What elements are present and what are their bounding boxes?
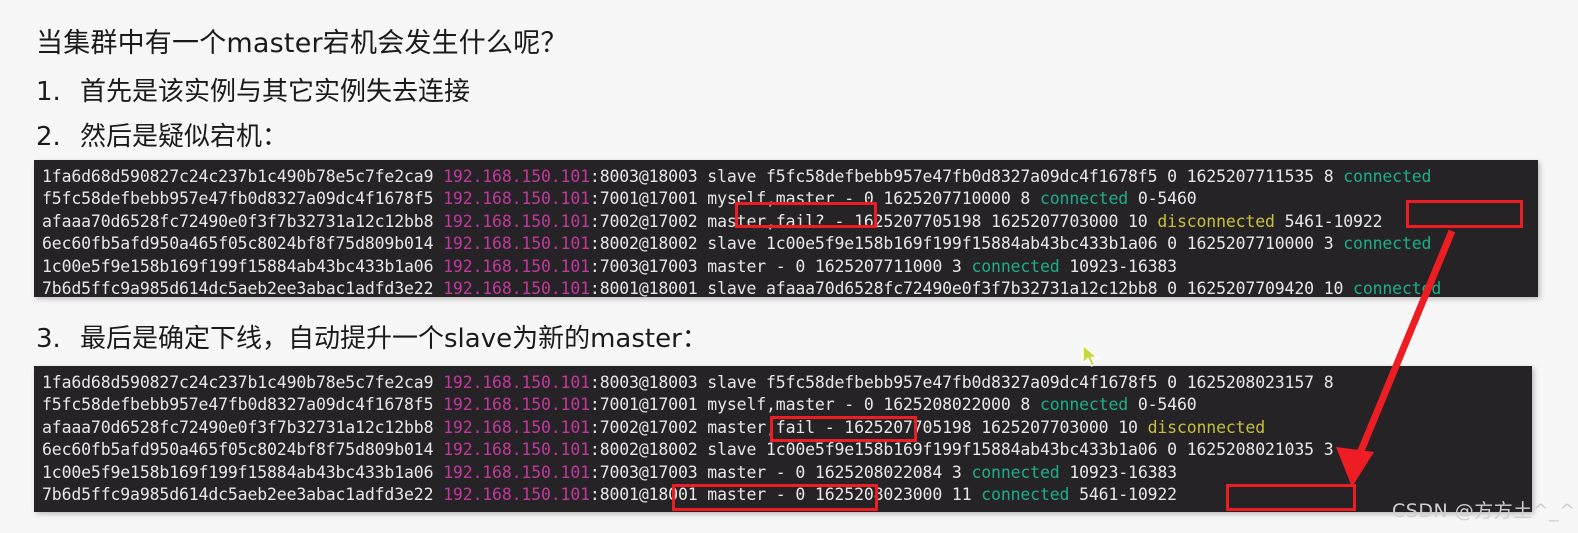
terminal-text: connected — [971, 256, 1060, 276]
list-item-label: 最后是确定下线，自动提升一个slave为新的master： — [80, 324, 708, 354]
terminal-text: 192.168.150.101 — [443, 462, 590, 482]
terminal-text: 192.168.150.101 — [443, 440, 590, 460]
terminal-text: 192.168.150.101 — [443, 167, 590, 186]
list-item-number: 3. — [36, 324, 61, 354]
terminal-text: 10923-16383 — [1059, 256, 1177, 276]
terminal-text: f5fc58defbebb957e47fb0d8327a09dc4f1678f5 — [42, 189, 444, 209]
terminal-text: disconnected — [1157, 211, 1275, 231]
terminal-text: connected — [971, 462, 1060, 482]
terminal-text: 192.168.150.101 — [443, 278, 590, 297]
terminal-text: 192.168.150.101 — [443, 211, 590, 231]
terminal-text: 7b6d5ffc9a985d614dc5aeb2ee3abac1adfd3e22 — [42, 278, 444, 297]
page-title: 当集群中有一个master宕机会发生什么呢？ — [36, 28, 568, 59]
terminal-text: connected — [1039, 395, 1129, 415]
terminal-text: :8001@18001 slave afaaa70d6528fc72490e0f… — [589, 278, 1354, 297]
terminal-text: 1c00e5f9e158b169f199f15884ab43bc433b1a06 — [42, 462, 444, 482]
screenshot-page: 当集群中有一个master宕机会发生什么呢？ 1. 首先是该实例与其它实例失去连接… — [0, 0, 1578, 533]
terminal-line: 6ec60fb5afd950a465f05c8024bf8f75d809b014… — [42, 233, 1538, 255]
terminal-text: :7002@17002 master,fail? - 1625207705198… — [589, 211, 1158, 231]
list-item-label: 然后是疑似宕机： — [80, 122, 289, 152]
list-item: 2. 然后是疑似宕机： — [36, 116, 288, 153]
terminal-text: afaaa70d6528fc72490e0f3f7b32731a12c12bb8 — [42, 211, 444, 231]
terminal-text: 0-5460 — [1128, 189, 1197, 209]
terminal-text: connected — [1343, 167, 1432, 186]
terminal-text: :8002@18002 slave 1c00e5f9e158b169f199f1… — [589, 234, 1344, 254]
terminal-text: 0-5460 — [1128, 395, 1197, 415]
terminal-text: 192.168.150.101 — [443, 373, 590, 392]
terminal-text: :7001@17001 myself,master - 0 1625208022… — [589, 395, 1040, 415]
terminal-text: :7001@17001 myself,master - 0 1625207710… — [589, 189, 1040, 209]
terminal-text: :7002@17002 master,fail - 1625207705198 … — [589, 417, 1148, 437]
terminal-line: afaaa70d6528fc72490e0f3f7b32731a12c12bb8… — [42, 417, 1532, 439]
list-item: 1. 首先是该实例与其它实例失去连接 — [36, 71, 470, 108]
terminal-text: :8003@18003 slave f5fc58defbebb957e47fb0… — [589, 167, 1344, 186]
terminal-line: 1c00e5f9e158b169f199f15884ab43bc433b1a06… — [42, 462, 1532, 484]
terminal-text: 1fa6d68d590827c24c237b1c490b78e5c7fe2ca9 — [42, 373, 444, 392]
terminal-text: :8003@18003 slave f5fc58defbebb957e47fb0… — [589, 373, 1344, 392]
terminal-text: 192.168.150.101 — [443, 189, 590, 209]
terminal-line: 1c00e5f9e158b169f199f15884ab43bc433b1a06… — [42, 256, 1538, 278]
terminal-line: 1fa6d68d590827c24c237b1c490b78e5c7fe2ca9… — [42, 372, 1532, 394]
terminal-text: 1c00e5f9e158b169f199f15884ab43bc433b1a06 — [42, 256, 444, 276]
terminal-text: 7b6d5ffc9a985d614dc5aeb2ee3abac1adfd3e22 — [42, 484, 444, 504]
terminal-line: 1fa6d68d590827c24c237b1c490b78e5c7fe2ca9… — [42, 166, 1538, 188]
mouse-cursor-icon — [1082, 344, 1098, 367]
terminal-line: f5fc58defbebb957e47fb0d8327a09dc4f1678f5… — [42, 188, 1538, 210]
terminal-text: disconnected — [1147, 417, 1266, 437]
terminal-text: 192.168.150.101 — [443, 256, 590, 276]
terminal-text: :7003@17003 master - 0 1625207711000 3 — [589, 256, 972, 276]
terminal-line: 6ec60fb5afd950a465f05c8024bf8f75d809b014… — [42, 439, 1532, 461]
terminal-text: :7003@17003 master - 0 1625208022084 3 — [589, 462, 972, 482]
terminal-line: f5fc58defbebb957e47fb0d8327a09dc4f1678f5… — [42, 394, 1532, 416]
terminal-text: 5461-10922 — [1274, 211, 1383, 231]
terminal-text: connected — [1343, 234, 1432, 254]
terminal-text: 192.168.150.101 — [443, 395, 590, 415]
terminal-text: :8001@18001 master - 0 1625208023000 11 — [589, 484, 982, 504]
list-item-label: 首先是该实例与其它实例失去连接 — [80, 77, 471, 107]
terminal-line: afaaa70d6528fc72490e0f3f7b32731a12c12bb8… — [42, 211, 1538, 233]
terminal-text: connected — [981, 484, 1070, 504]
watermark: CSDN @方方土^_^ — [1392, 500, 1576, 522]
terminal-output-failover-complete: 1fa6d68d590827c24c237b1c490b78e5c7fe2ca9… — [34, 366, 1532, 512]
terminal-text: f5fc58defbebb957e47fb0d8327a09dc4f1678f5 — [42, 395, 444, 415]
terminal-text: 6ec60fb5afd950a465f05c8024bf8f75d809b014 — [42, 440, 444, 460]
terminal-line: 7b6d5ffc9a985d614dc5aeb2ee3abac1adfd3e22… — [42, 278, 1538, 297]
terminal-text: 10923-16383 — [1059, 462, 1177, 482]
terminal-text: 6ec60fb5afd950a465f05c8024bf8f75d809b014 — [42, 234, 444, 254]
terminal-text: 5461-10922 — [1069, 484, 1177, 504]
terminal-text: 192.168.150.101 — [443, 484, 590, 504]
terminal-text: 192.168.150.101 — [443, 417, 590, 437]
list-item-number: 1. — [36, 77, 61, 107]
terminal-text: connected — [1039, 189, 1129, 209]
list-item-number: 2. — [36, 122, 61, 152]
terminal-output-suspected-failure: 1fa6d68d590827c24c237b1c490b78e5c7fe2ca9… — [34, 160, 1538, 297]
list-item: 3. 最后是确定下线，自动提升一个slave为新的master： — [36, 318, 708, 355]
terminal-line: 7b6d5ffc9a985d614dc5aeb2ee3abac1adfd3e22… — [42, 484, 1532, 506]
terminal-text: afaaa70d6528fc72490e0f3f7b32731a12c12bb8 — [42, 417, 444, 437]
terminal-text: 192.168.150.101 — [443, 234, 590, 254]
terminal-text: :8002@18002 slave 1c00e5f9e158b169f199f1… — [589, 440, 1344, 460]
terminal-text: connected — [1353, 278, 1442, 297]
terminal-text: 1fa6d68d590827c24c237b1c490b78e5c7fe2ca9 — [42, 167, 444, 186]
